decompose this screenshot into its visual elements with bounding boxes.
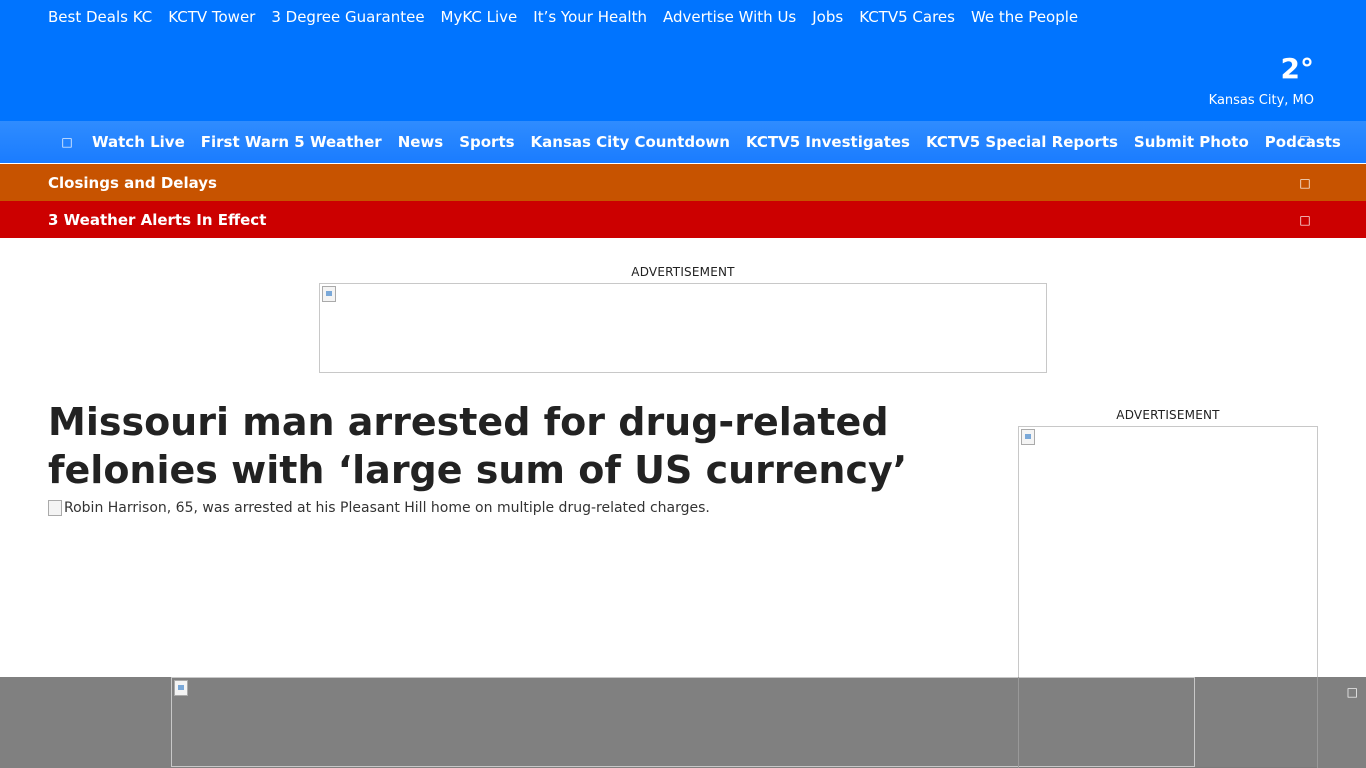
util-link-kctv-tower[interactable]: KCTV Tower <box>168 7 255 27</box>
broken-image-icon <box>322 286 336 302</box>
util-link-kctv5-cares[interactable]: KCTV5 Cares <box>859 7 955 27</box>
util-link-best-deals[interactable]: Best Deals KC <box>48 7 152 27</box>
broken-image-icon <box>48 500 62 516</box>
close-icon[interactable]: □ <box>1347 685 1358 699</box>
util-link-advertise[interactable]: Advertise With Us <box>663 7 796 27</box>
closings-bar[interactable]: Closings and Delays □ <box>0 164 1366 201</box>
utility-nav: Best Deals KC KCTV Tower 3 Degree Guaran… <box>48 7 1078 27</box>
article-image: Robin Harrison, 65, was arrested at his … <box>48 500 710 516</box>
search-icon[interactable]: □ <box>1296 133 1314 147</box>
article-image-alt-text: Robin Harrison, 65, was arrested at his … <box>64 500 710 516</box>
broken-image-icon <box>174 680 188 696</box>
nav-special-reports[interactable]: KCTV5 Special Reports <box>926 133 1118 151</box>
top-ad-slot[interactable] <box>319 283 1047 373</box>
chevron-icon: □ <box>1299 175 1311 190</box>
chevron-icon: □ <box>1299 212 1311 227</box>
weather-widget[interactable]: 2° Kansas City, MO <box>1209 52 1314 110</box>
weather-alerts-bar[interactable]: 3 Weather Alerts In Effect □ <box>0 201 1366 238</box>
weather-alerts-label: 3 Weather Alerts In Effect <box>48 210 267 229</box>
article-headline: Missouri man arrested for drug-related f… <box>48 400 908 492</box>
side-ad-edge <box>1018 677 1318 768</box>
nav-watch-live[interactable]: Watch Live <box>92 133 185 151</box>
main-nav: □ Watch Live First Warn 5 Weather News S… <box>0 121 1366 163</box>
util-link-jobs[interactable]: Jobs <box>812 7 843 27</box>
nav-kc-countdown[interactable]: Kansas City Countdown <box>531 133 730 151</box>
weather-location: Kansas City, MO <box>1208 93 1314 108</box>
nav-sports[interactable]: Sports <box>459 133 514 151</box>
util-link-we-the-people[interactable]: We the People <box>971 7 1078 27</box>
closings-label: Closings and Delays <box>48 173 217 192</box>
util-link-mykc-live[interactable]: MyKC Live <box>441 7 518 27</box>
nav-submit-photo[interactable]: Submit Photo <box>1134 133 1249 151</box>
util-link-3-degree[interactable]: 3 Degree Guarantee <box>271 7 424 27</box>
side-ad-label: ADVERTISEMENT <box>1116 408 1220 422</box>
weather-temp: 2° <box>1280 52 1314 85</box>
menu-icon[interactable]: □ <box>58 135 76 149</box>
top-header: Best Deals KC KCTV Tower 3 Degree Guaran… <box>0 0 1366 121</box>
broken-image-icon <box>1021 429 1035 445</box>
util-link-your-health[interactable]: It’s Your Health <box>533 7 647 27</box>
top-ad-label: ADVERTISEMENT <box>631 265 735 279</box>
nav-first-warn-weather[interactable]: First Warn 5 Weather <box>201 133 382 151</box>
nav-kctv5-investigates[interactable]: KCTV5 Investigates <box>746 133 910 151</box>
nav-news[interactable]: News <box>398 133 444 151</box>
